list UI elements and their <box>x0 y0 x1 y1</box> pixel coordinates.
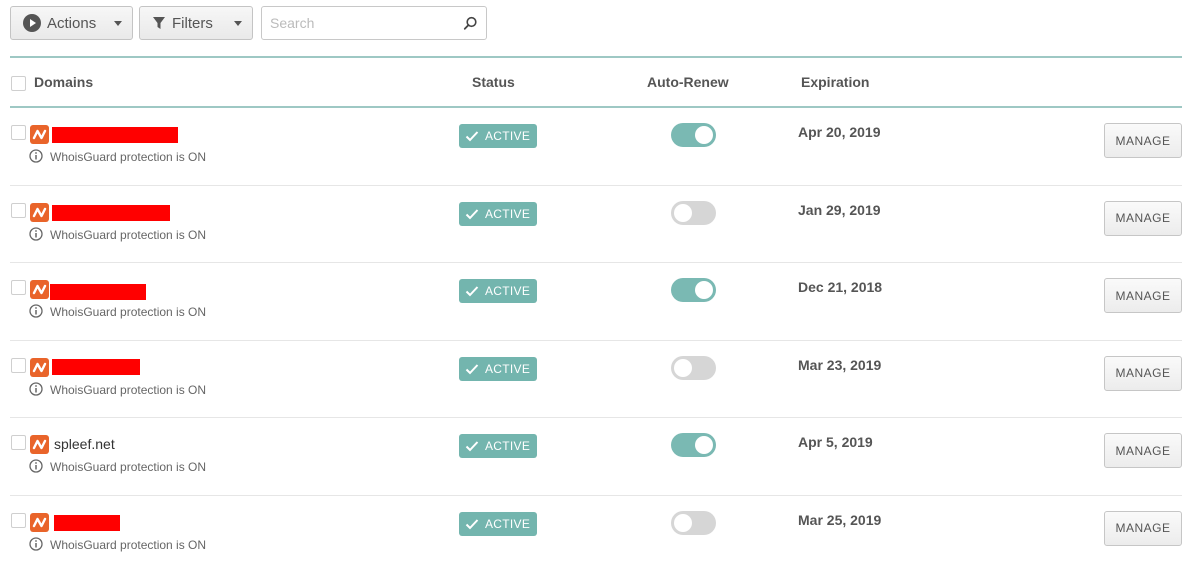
status-label: ACTIVE <box>485 516 531 531</box>
manage-button[interactable]: MANAGE <box>1104 355 1182 391</box>
redacted-domain-name <box>54 514 120 531</box>
table-body: WhoisGuard protection is ON ACTIVE Apr 2… <box>10 108 1182 574</box>
status-label: ACTIVE <box>485 439 531 454</box>
info-circle-icon <box>29 149 43 163</box>
table-row: WhoisGuard protection is ON ACTIVE Mar 2… <box>10 341 1182 419</box>
row-checkbox[interactable] <box>11 125 26 140</box>
info-circle-icon <box>29 382 43 396</box>
check-icon <box>465 441 479 452</box>
expiration-date: Apr 20, 2019 <box>798 124 881 140</box>
info-circle-icon <box>29 459 43 474</box>
table-row: WhoisGuard protection is ON ACTIVE Dec 2… <box>10 263 1182 341</box>
expiration-date: Dec 21, 2018 <box>798 279 883 296</box>
toolbar: Actions Filters <box>10 6 487 40</box>
header-auto-renew: Auto-Renew <box>647 74 729 90</box>
check-icon <box>465 286 479 297</box>
header-status: Status <box>472 74 515 90</box>
info-circle-icon <box>29 537 43 551</box>
status-label: ACTIVE <box>485 206 531 221</box>
row-checkbox[interactable] <box>11 357 26 373</box>
chevron-down-icon <box>114 20 122 26</box>
namecheap-logo-icon <box>30 125 49 144</box>
header-expiration: Expiration <box>801 74 870 90</box>
expiration-date: Mar 25, 2019 <box>798 511 882 528</box>
toggle-knob <box>695 126 713 144</box>
manage-button[interactable]: MANAGE <box>1104 433 1182 469</box>
whoisguard-status: WhoisGuard protection is ON <box>50 305 207 320</box>
redacted-domain-name <box>52 204 170 221</box>
auto-renew-toggle[interactable] <box>671 200 716 225</box>
auto-renew-toggle[interactable] <box>671 355 716 380</box>
status-badge: ACTIVE <box>459 201 537 226</box>
check-icon <box>465 364 479 375</box>
table-row: spleef.net WhoisGuard protection is ON A… <box>10 418 1182 496</box>
row-checkbox[interactable] <box>11 202 26 218</box>
row-checkbox[interactable] <box>11 280 26 296</box>
toggle-knob <box>674 203 692 222</box>
table-row: WhoisGuard protection is ON ACTIVE Mar 2… <box>10 496 1182 574</box>
whoisguard-status: WhoisGuard protection is ON <box>50 227 207 242</box>
status-label: ACTIVE <box>485 361 531 376</box>
manage-button[interactable]: MANAGE <box>1104 278 1182 314</box>
toggle-knob <box>695 281 713 300</box>
table-header: Domains Status Auto-Renew Expiration <box>10 56 1182 108</box>
table-row: WhoisGuard protection is ON ACTIVE Jan 2… <box>10 186 1182 264</box>
namecheap-logo-icon <box>30 512 49 532</box>
select-all-checkbox[interactable] <box>11 76 26 91</box>
info-circle-icon <box>29 304 43 318</box>
actions-label: Actions <box>47 14 97 32</box>
search-input[interactable] <box>270 15 463 31</box>
header-domains: Domains <box>34 74 94 90</box>
check-icon <box>465 131 479 142</box>
check-icon <box>465 208 479 220</box>
table-row: WhoisGuard protection is ON ACTIVE Apr 2… <box>10 108 1182 186</box>
status-badge: ACTIVE <box>459 279 537 304</box>
check-icon <box>465 519 479 530</box>
redacted-domain-name <box>52 358 140 375</box>
auto-renew-toggle[interactable] <box>671 123 716 147</box>
row-checkbox[interactable] <box>11 435 26 451</box>
status-label: ACTIVE <box>485 129 531 143</box>
funnel-icon <box>153 17 165 29</box>
namecheap-logo-icon <box>30 280 49 300</box>
namecheap-logo-icon <box>30 357 49 377</box>
row-checkbox[interactable] <box>11 512 26 528</box>
whoisguard-status: WhoisGuard protection is ON <box>50 460 207 475</box>
manage-button[interactable]: MANAGE <box>1104 123 1182 158</box>
play-circle-icon <box>23 14 41 32</box>
filters-label: Filters <box>172 14 213 32</box>
whoisguard-status: WhoisGuard protection is ON <box>50 382 207 397</box>
domain-name[interactable]: spleef.net <box>54 436 115 452</box>
search-icon[interactable] <box>463 16 478 31</box>
chevron-down-icon <box>234 20 242 26</box>
info-circle-icon <box>29 226 43 241</box>
filters-dropdown-button[interactable]: Filters <box>139 6 253 40</box>
actions-dropdown-button[interactable]: Actions <box>10 6 133 40</box>
toggle-knob <box>674 358 692 377</box>
redacted-domain-name <box>50 284 146 301</box>
status-label: ACTIVE <box>485 284 531 299</box>
whoisguard-status: WhoisGuard protection is ON <box>50 537 207 552</box>
auto-renew-toggle[interactable] <box>671 510 716 535</box>
expiration-date: Apr 5, 2019 <box>798 434 873 451</box>
auto-renew-toggle[interactable] <box>671 278 716 303</box>
auto-renew-toggle[interactable] <box>671 433 716 458</box>
expiration-date: Jan 29, 2019 <box>798 201 881 218</box>
domains-table: Domains Status Auto-Renew Expiration Who… <box>10 56 1182 574</box>
manage-button[interactable]: MANAGE <box>1104 200 1182 236</box>
status-badge: ACTIVE <box>459 434 537 459</box>
expiration-date: Mar 23, 2019 <box>798 356 882 373</box>
search-box <box>261 6 487 40</box>
namecheap-logo-icon <box>30 202 49 222</box>
redacted-domain-name <box>52 127 178 143</box>
namecheap-logo-icon <box>30 435 49 455</box>
toggle-knob <box>695 436 713 455</box>
status-badge: ACTIVE <box>459 511 537 536</box>
whoisguard-status: WhoisGuard protection is ON <box>50 150 207 164</box>
manage-button[interactable]: MANAGE <box>1104 510 1182 546</box>
status-badge: ACTIVE <box>459 356 537 381</box>
toggle-knob <box>674 513 692 532</box>
status-badge: ACTIVE <box>459 124 537 148</box>
